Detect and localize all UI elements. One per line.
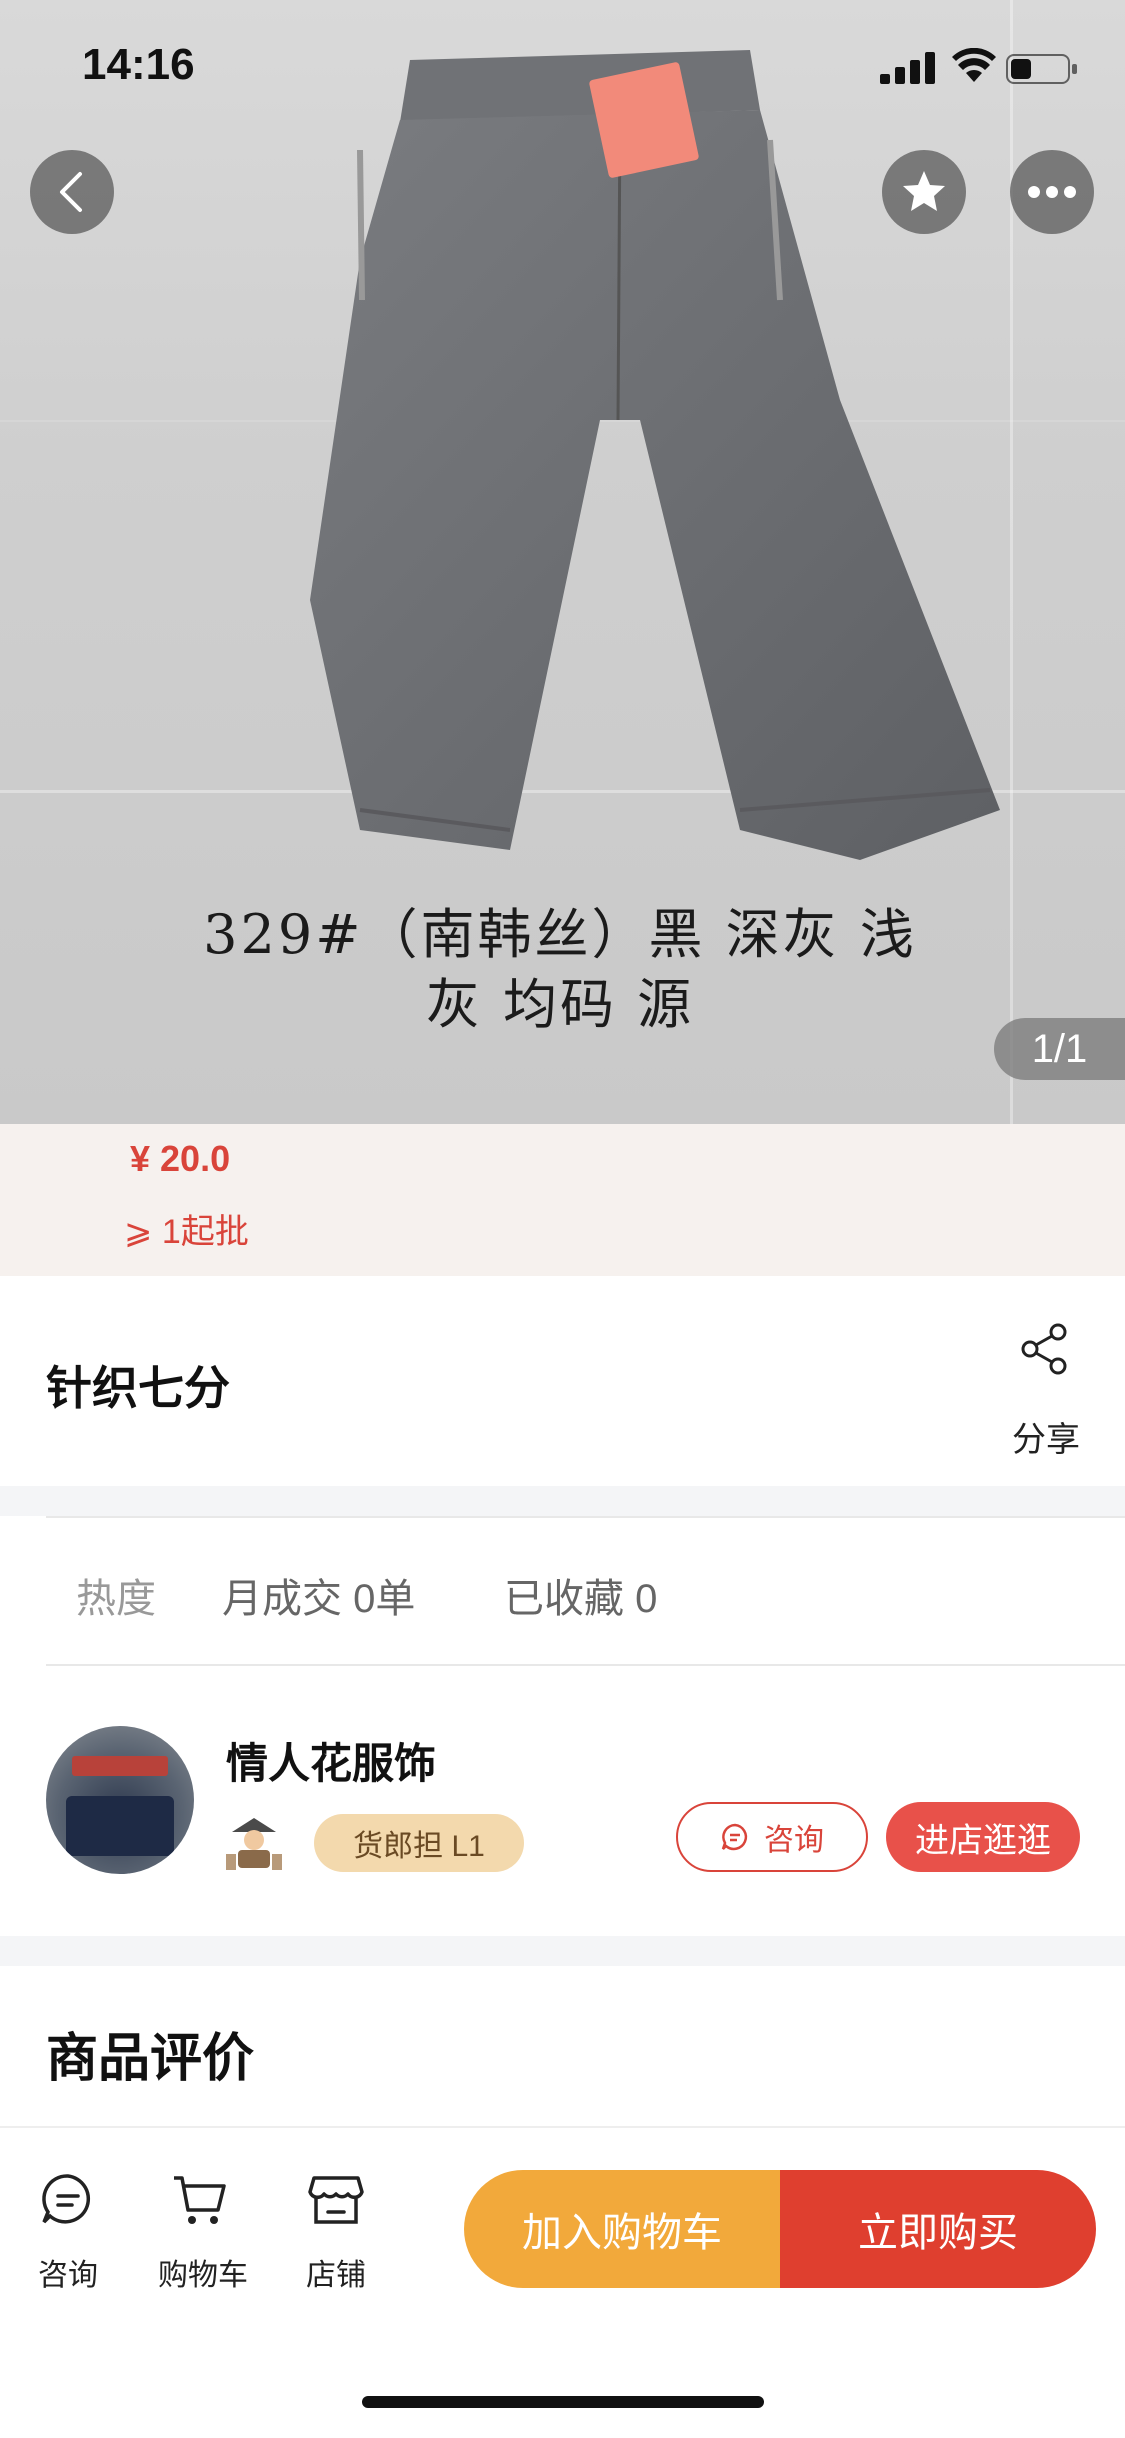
shop-avatar[interactable] <box>46 1726 194 1874</box>
tab-consult-label[interactable]: 咨询 <box>38 2250 98 2294</box>
favorite-button[interactable] <box>882 150 966 234</box>
buy-now-button[interactable]: 立即购买 <box>780 2170 1096 2288</box>
favorites-count: 已收藏 0 <box>504 1577 658 1621</box>
enter-shop-button[interactable]: 进店逛逛 <box>886 1802 1080 1872</box>
divider <box>46 1664 1125 1666</box>
star-icon <box>903 171 945 211</box>
wifi-icon <box>952 48 996 82</box>
avatar-banner <box>72 1756 168 1776</box>
heat-label: 热度 <box>76 1577 156 1621</box>
add-to-cart-button[interactable]: 加入购物车 <box>464 2170 780 2288</box>
min-batch: ⩾ 1起批 <box>124 1213 249 1251</box>
image-caption-line1: 329#（南韩丝）黑 深灰 浅 <box>203 903 917 966</box>
tab-cart-label[interactable]: 购物车 <box>158 2250 248 2294</box>
chat-icon[interactable] <box>40 2172 96 2228</box>
section-divider <box>0 1486 1125 1516</box>
chat-icon <box>721 1823 748 1851</box>
product-title: 针织七分 <box>46 1362 230 1414</box>
monthly-deals: 月成交 0单 <box>222 1577 416 1621</box>
status-time: 14:16 <box>82 40 195 89</box>
more-dots-icon <box>1028 186 1076 198</box>
consult-label: 咨询 <box>764 1824 824 1857</box>
tab-store-label[interactable]: 店铺 <box>306 2250 366 2294</box>
image-caption-line2: 灰 均码 源 <box>425 973 695 1036</box>
consult-shop-button[interactable]: 咨询 <box>676 1802 868 1872</box>
shop-level-badge: 货郎担 L1 <box>314 1814 524 1872</box>
divider <box>46 1516 1125 1518</box>
home-indicator[interactable] <box>362 2396 764 2408</box>
reviews-section-title: 商品评价 <box>46 2030 255 2088</box>
share-label[interactable]: 分享 <box>1012 1412 1080 1461</box>
vendor-level-icon <box>226 1818 282 1870</box>
image-caption: 329#（南韩丝）黑 深灰 浅 灰 均码 源 <box>180 900 940 1040</box>
cart-icon[interactable] <box>172 2172 228 2228</box>
cellular-signal-icon <box>880 52 935 84</box>
battery-icon <box>1006 54 1077 84</box>
store-icon[interactable] <box>308 2172 364 2228</box>
image-page-indicator: 1/1 <box>994 1018 1125 1080</box>
avatar-clothes <box>66 1796 174 1856</box>
price: ¥ 20.0 <box>130 1138 231 1179</box>
section-divider <box>0 1936 1125 1966</box>
chevron-left-icon <box>60 172 82 212</box>
back-button[interactable] <box>30 150 114 234</box>
shop-name[interactable]: 情人花服饰 <box>226 1730 436 1791</box>
more-button[interactable] <box>1010 150 1094 234</box>
share-icon[interactable] <box>1018 1322 1072 1376</box>
status-bar: 14:16 <box>0 0 1125 120</box>
